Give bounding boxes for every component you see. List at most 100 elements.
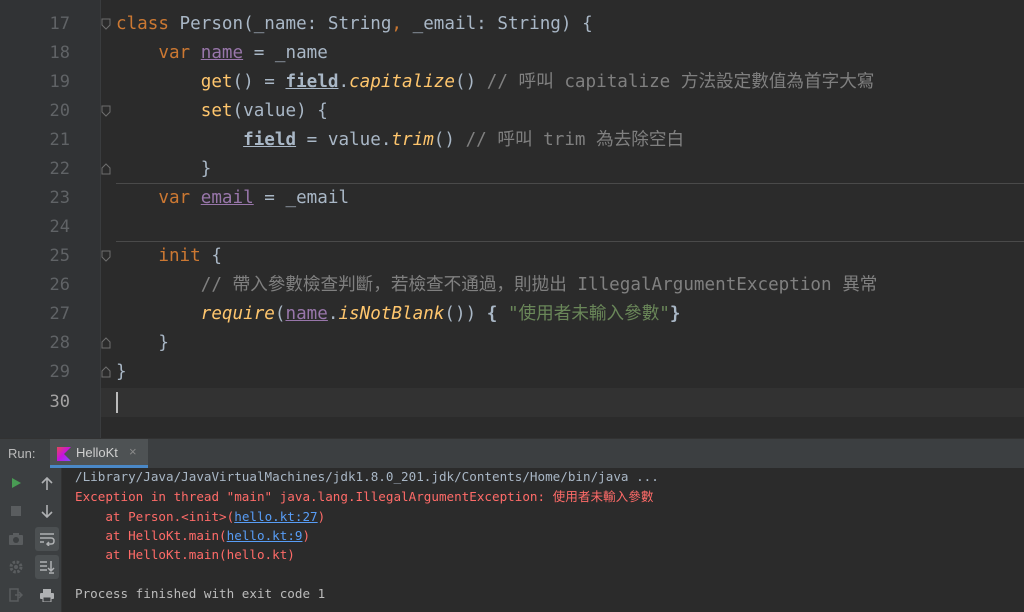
code-line-25[interactable]: init {: [116, 242, 222, 271]
line-number: 18: [49, 43, 70, 63]
stacktrace-text: ): [302, 528, 311, 543]
code-text: = value.: [296, 130, 392, 150]
run-tab-hellokt[interactable]: HelloKt ×: [50, 439, 148, 468]
lambda-brace: }: [669, 304, 681, 324]
code-text: ()): [444, 304, 487, 324]
dot: .: [338, 72, 350, 92]
settings-gear-icon[interactable]: [4, 555, 28, 579]
soft-wrap-icon[interactable]: [35, 527, 59, 551]
kotlin-icon: [57, 446, 71, 461]
fold-open-icon[interactable]: [101, 18, 111, 30]
scroll-to-end-icon[interactable]: [35, 555, 59, 579]
line-number: 25: [49, 246, 70, 266]
fold-close-icon[interactable]: [101, 337, 111, 349]
code-line-17[interactable]: class Person(_name: String, _email: Stri…: [116, 10, 593, 39]
ide-window: 17 18 19 20 21 22 23 24 25 26 27 28 29 3…: [0, 0, 1024, 612]
source-link[interactable]: hello.kt:9: [227, 528, 303, 543]
code-line-23[interactable]: var email = _email: [116, 184, 349, 213]
code-text: _email: String) {: [402, 14, 593, 34]
code-text: {: [200, 246, 222, 266]
line-number: 29: [49, 362, 70, 382]
code-line-28[interactable]: }: [116, 329, 169, 358]
stacktrace-text: ): [317, 509, 326, 524]
code-line-19[interactable]: get() = field.capitalize() // 呼叫 capital…: [116, 68, 875, 97]
code-line-18[interactable]: var name = _name: [116, 39, 328, 68]
code-editor[interactable]: 17 18 19 20 21 22 23 24 25 26 27 28 29 3…: [0, 0, 1024, 438]
code-line-26[interactable]: // 帶入參數檢查判斷，若檢查不通過，則拋出 IllegalArgumentEx…: [116, 271, 878, 300]
property-reference: name: [285, 304, 328, 324]
property-name: email: [200, 188, 254, 208]
run-toolbar-primary: [0, 468, 33, 612]
console-stacktrace-line: at HelloKt.main(hello.kt): [75, 547, 295, 562]
code-line-29[interactable]: }: [116, 358, 127, 387]
arrow-up-icon[interactable]: [35, 472, 59, 496]
line-number: 24: [49, 217, 70, 237]
current-line-highlight: [100, 388, 1024, 417]
string-literal: "使用者未輸入參數": [507, 304, 670, 324]
code-text: (: [274, 304, 286, 324]
keyword: class: [116, 14, 169, 34]
setter-keyword: set: [200, 101, 233, 121]
backing-field: field: [243, 130, 297, 150]
property-name: name: [200, 43, 244, 63]
code-line-21[interactable]: field = value.trim() // 呼叫 trim 為去除空白: [116, 126, 684, 155]
code-comment: // 呼叫 capitalize 方法設定數值為首字大寫: [486, 72, 875, 92]
rerun-play-icon[interactable]: [4, 471, 28, 495]
fold-close-icon[interactable]: [101, 163, 111, 175]
code-text: () =: [232, 72, 286, 92]
punctuation: ,: [391, 14, 403, 34]
code-text: (value) {: [232, 101, 328, 121]
arrow-down-icon[interactable]: [35, 499, 59, 523]
keyword: init: [158, 246, 201, 266]
camera-icon[interactable]: [4, 527, 28, 551]
line-number-active: 30: [49, 392, 70, 412]
function-call: trim: [391, 130, 434, 150]
code-comment: // 呼叫 trim 為去除空白: [465, 130, 685, 150]
code-line-20[interactable]: set(value) {: [116, 97, 328, 126]
close-icon[interactable]: ×: [129, 444, 137, 459]
console-exception-line: Exception in thread "main" java.lang.Ill…: [75, 489, 654, 504]
exit-icon[interactable]: [4, 583, 28, 607]
console-command-line: /Library/Java/JavaVirtualMachines/jdk1.8…: [75, 469, 659, 484]
code-text: }: [158, 333, 169, 353]
code-text: = _email: [253, 188, 350, 208]
line-number: 19: [49, 72, 70, 92]
stop-icon[interactable]: [4, 499, 28, 523]
code-text: = _name: [243, 43, 328, 63]
console-exit-line: Process finished with exit code 1: [75, 586, 326, 601]
line-number: 27: [49, 304, 70, 324]
code-text: (): [433, 130, 466, 150]
stacktrace-text: at HelloKt.main(: [75, 528, 227, 543]
console-stacktrace-line: at HelloKt.main(hello.kt:9): [75, 526, 310, 546]
code-text: (): [455, 72, 487, 92]
method-separator: [116, 241, 1024, 242]
text-caret: [116, 392, 118, 413]
source-link[interactable]: hello.kt:27: [234, 509, 317, 524]
fold-open-icon[interactable]: [101, 250, 111, 262]
lambda-brace: {: [486, 304, 498, 324]
console-stacktrace-line: at Person.<init>(hello.kt:27): [75, 507, 325, 527]
run-panel-label: Run:: [8, 446, 36, 461]
run-tab-label: HelloKt: [76, 445, 118, 460]
fold-open-icon[interactable]: [101, 105, 111, 117]
editor-gutter[interactable]: 17 18 19 20 21 22 23 24 25 26 27 28 29 3…: [0, 0, 100, 438]
code-line-27[interactable]: require(name.isNotBlank()) { "使用者未輸入參數"}: [116, 300, 681, 329]
code-line-22[interactable]: }: [116, 155, 212, 184]
keyword: var: [158, 43, 191, 63]
fold-close-icon[interactable]: [101, 366, 111, 378]
dot: .: [327, 304, 339, 324]
line-number: 22: [49, 159, 70, 179]
stacktrace-text: at Person.<init>(: [75, 509, 235, 524]
print-icon[interactable]: [35, 583, 59, 607]
line-number: 28: [49, 333, 70, 353]
run-panel-header: Run: HelloKt ×: [0, 438, 1024, 468]
